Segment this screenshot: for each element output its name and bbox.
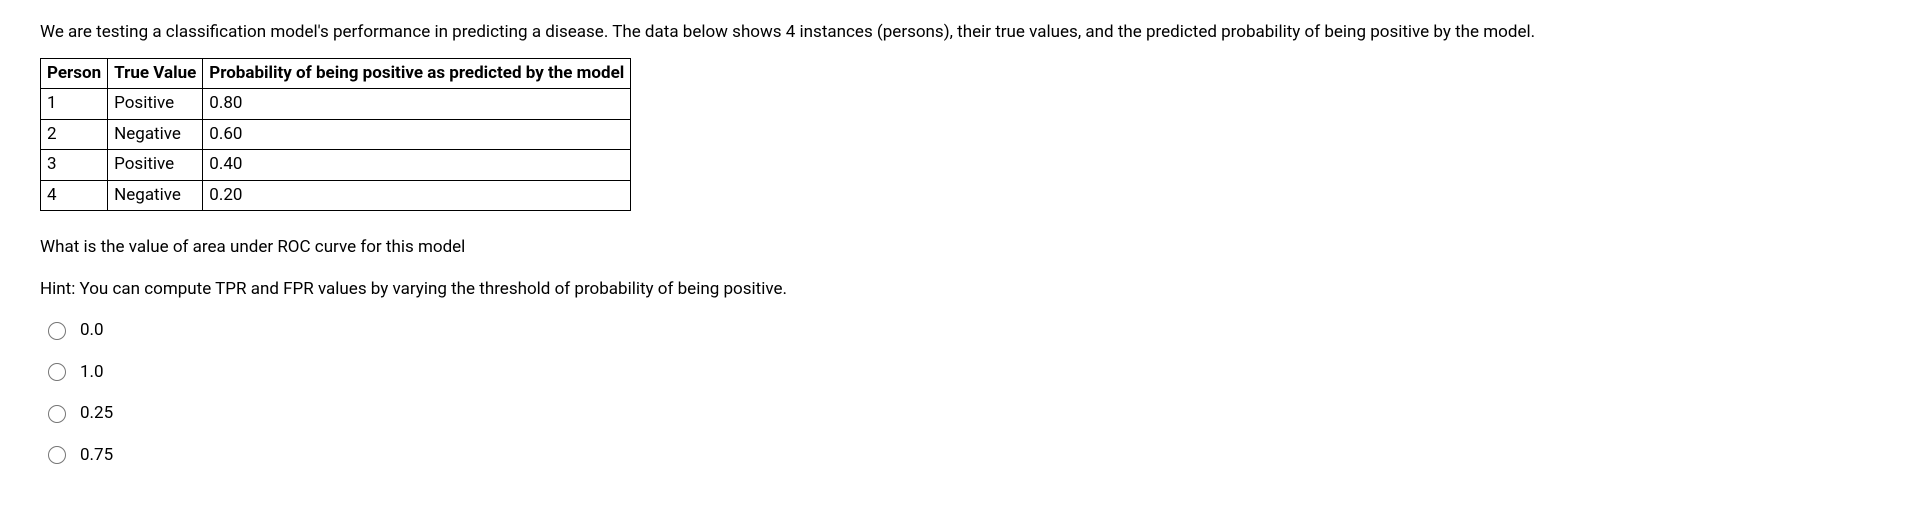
table-row: 4 Negative 0.20 bbox=[41, 180, 631, 211]
table-header-true-value: True Value bbox=[108, 58, 203, 89]
answer-option[interactable]: 0.0 bbox=[48, 318, 1882, 344]
radio-input[interactable] bbox=[48, 363, 66, 381]
table-row: 3 Positive 0.40 bbox=[41, 150, 631, 181]
option-label: 1.0 bbox=[80, 360, 104, 386]
table-header-row: Person True Value Probability of being p… bbox=[41, 58, 631, 89]
cell-probability: 0.20 bbox=[203, 180, 631, 211]
data-table: Person True Value Probability of being p… bbox=[40, 58, 631, 212]
cell-true-value: Negative bbox=[108, 119, 203, 150]
cell-true-value: Negative bbox=[108, 180, 203, 211]
cell-person: 4 bbox=[41, 180, 108, 211]
cell-person: 2 bbox=[41, 119, 108, 150]
cell-person: 3 bbox=[41, 150, 108, 181]
radio-input[interactable] bbox=[48, 405, 66, 423]
radio-input[interactable] bbox=[48, 322, 66, 340]
table-header-person: Person bbox=[41, 58, 108, 89]
table-header-probability: Probability of being positive as predict… bbox=[203, 58, 631, 89]
question-prompt: What is the value of area under ROC curv… bbox=[40, 235, 1882, 261]
question-hint: Hint: You can compute TPR and FPR values… bbox=[40, 277, 1882, 303]
question-text: We are testing a classification model's … bbox=[40, 20, 1882, 46]
option-label: 0.75 bbox=[80, 443, 113, 469]
answer-option[interactable]: 0.25 bbox=[48, 401, 1882, 427]
answer-option[interactable]: 0.75 bbox=[48, 443, 1882, 469]
option-label: 0.0 bbox=[80, 318, 104, 344]
answer-option[interactable]: 1.0 bbox=[48, 360, 1882, 386]
cell-true-value: Positive bbox=[108, 150, 203, 181]
radio-input[interactable] bbox=[48, 446, 66, 464]
cell-probability: 0.80 bbox=[203, 89, 631, 120]
cell-probability: 0.40 bbox=[203, 150, 631, 181]
answer-options: 0.0 1.0 0.25 0.75 bbox=[40, 318, 1882, 468]
cell-probability: 0.60 bbox=[203, 119, 631, 150]
table-row: 1 Positive 0.80 bbox=[41, 89, 631, 120]
cell-person: 1 bbox=[41, 89, 108, 120]
table-row: 2 Negative 0.60 bbox=[41, 119, 631, 150]
option-label: 0.25 bbox=[80, 401, 113, 427]
cell-true-value: Positive bbox=[108, 89, 203, 120]
